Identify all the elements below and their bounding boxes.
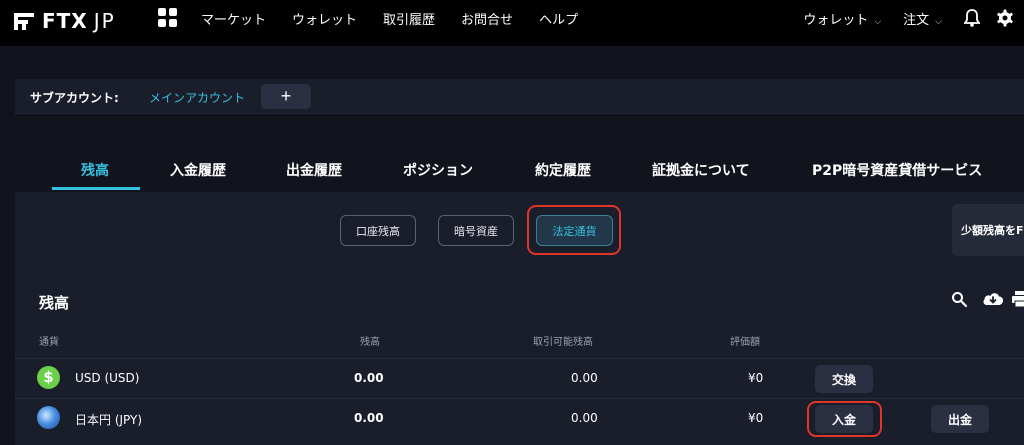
dollar-coin-icon: $ [37, 366, 60, 389]
apps-grid-icon[interactable] [158, 8, 178, 28]
nav-item-trade-history[interactable]: 取引履歴 [383, 9, 435, 28]
brand-name: FTX [42, 9, 88, 33]
tab-deposit-history[interactable]: 入金履歴 [170, 160, 226, 180]
column-header-available: 取引可能残高 [533, 337, 593, 348]
column-header-value: 評価額 [730, 337, 760, 348]
available-value: 0.00 [571, 371, 598, 385]
tab-balance[interactable]: 残高 [81, 160, 109, 180]
balance-value: 0.00 [354, 411, 384, 425]
brand-region: JP [93, 9, 116, 33]
tab-positions[interactable]: ポジション [403, 160, 473, 180]
nav-item-help[interactable]: ヘルプ [539, 9, 578, 28]
wallet-tabs: 残高 入金履歴 出金履歴 ポジション 約定履歴 証拠金について P2P暗号資産貸… [52, 150, 1024, 190]
currency-name: USD (USD) [75, 371, 140, 385]
active-tab-indicator [52, 187, 140, 190]
subaccount-current[interactable]: メインアカウント [149, 89, 245, 106]
valuation-value: ¥0 [748, 411, 764, 425]
main-nav: マーケット ウォレット 取引履歴 お問合せ ヘルプ [201, 0, 604, 36]
segment-crypto[interactable]: 暗号資産 [438, 215, 514, 246]
currency-name: 日本円 (JPY) [75, 413, 143, 427]
search-icon[interactable] [951, 291, 967, 307]
convert-small-balances-button[interactable]: 少額残高をF [952, 204, 1024, 256]
chevron-down-icon: ⌵ [874, 16, 882, 27]
withdraw-button[interactable]: 出金 [931, 405, 989, 433]
top-navigation-bar: FTX JP マーケット ウォレット 取引履歴 お問合せ ヘルプ ウォレット ⌵ 注… [0, 0, 1024, 46]
yen-globe-icon [37, 406, 60, 429]
ftx-logo[interactable]: FTX JP [14, 8, 116, 34]
download-icon[interactable] [982, 290, 1004, 308]
order-dropdown-label: 注文 [903, 12, 930, 28]
nav-item-contact[interactable]: お問合せ [461, 9, 513, 28]
column-header-balance: 残高 [360, 337, 380, 348]
gear-icon[interactable] [996, 9, 1014, 27]
order-dropdown[interactable]: 注文 ⌵ [903, 9, 942, 28]
chevron-down-icon: ⌵ [935, 16, 942, 27]
table-tools [924, 290, 1024, 310]
available-value: 0.00 [571, 411, 598, 425]
wallet-dropdown-label: ウォレット [803, 12, 869, 28]
tab-withdrawal-history[interactable]: 出金履歴 [286, 160, 342, 180]
fiat-highlight-annotation [527, 205, 621, 255]
bell-icon[interactable] [964, 9, 980, 27]
table-row: $ USD (USD) 0.00 0.00 ¥0 交換 [15, 358, 1024, 396]
nav-right: ウォレット ⌵ 注文 ⌵ [803, 0, 1024, 36]
ftx-logo-icon [14, 11, 36, 31]
tab-p2p-lending[interactable]: P2P暗号資産貸借サービス [812, 160, 982, 180]
valuation-value: ¥0 [748, 371, 764, 385]
column-header-currency: 通貨 [39, 337, 59, 348]
nav-item-wallet[interactable]: ウォレット [292, 9, 357, 28]
subaccount-label: サブアカウント: [30, 91, 119, 105]
print-icon[interactable] [1012, 291, 1024, 308]
balance-panel: 口座残高 暗号資産 法定通貨 少額残高をF 残高 通貨 残高 取引可能残高 評価… [15, 192, 1024, 445]
tab-margin-info[interactable]: 証拠金について [652, 160, 750, 180]
wallet-dropdown[interactable]: ウォレット ⌵ [803, 9, 881, 28]
balance-value: 0.00 [354, 371, 384, 385]
deposit-highlight-annotation [807, 401, 882, 437]
tab-fill-history[interactable]: 約定履歴 [535, 160, 591, 180]
exchange-button[interactable]: 交換 [815, 365, 873, 393]
segment-account-balance[interactable]: 口座残高 [340, 215, 416, 246]
section-title: 残高 [39, 294, 70, 312]
subaccount-bar: サブアカウント: メインアカウント + [15, 79, 1024, 114]
nav-item-market[interactable]: マーケット [201, 9, 266, 28]
add-subaccount-button[interactable]: + [261, 84, 311, 109]
